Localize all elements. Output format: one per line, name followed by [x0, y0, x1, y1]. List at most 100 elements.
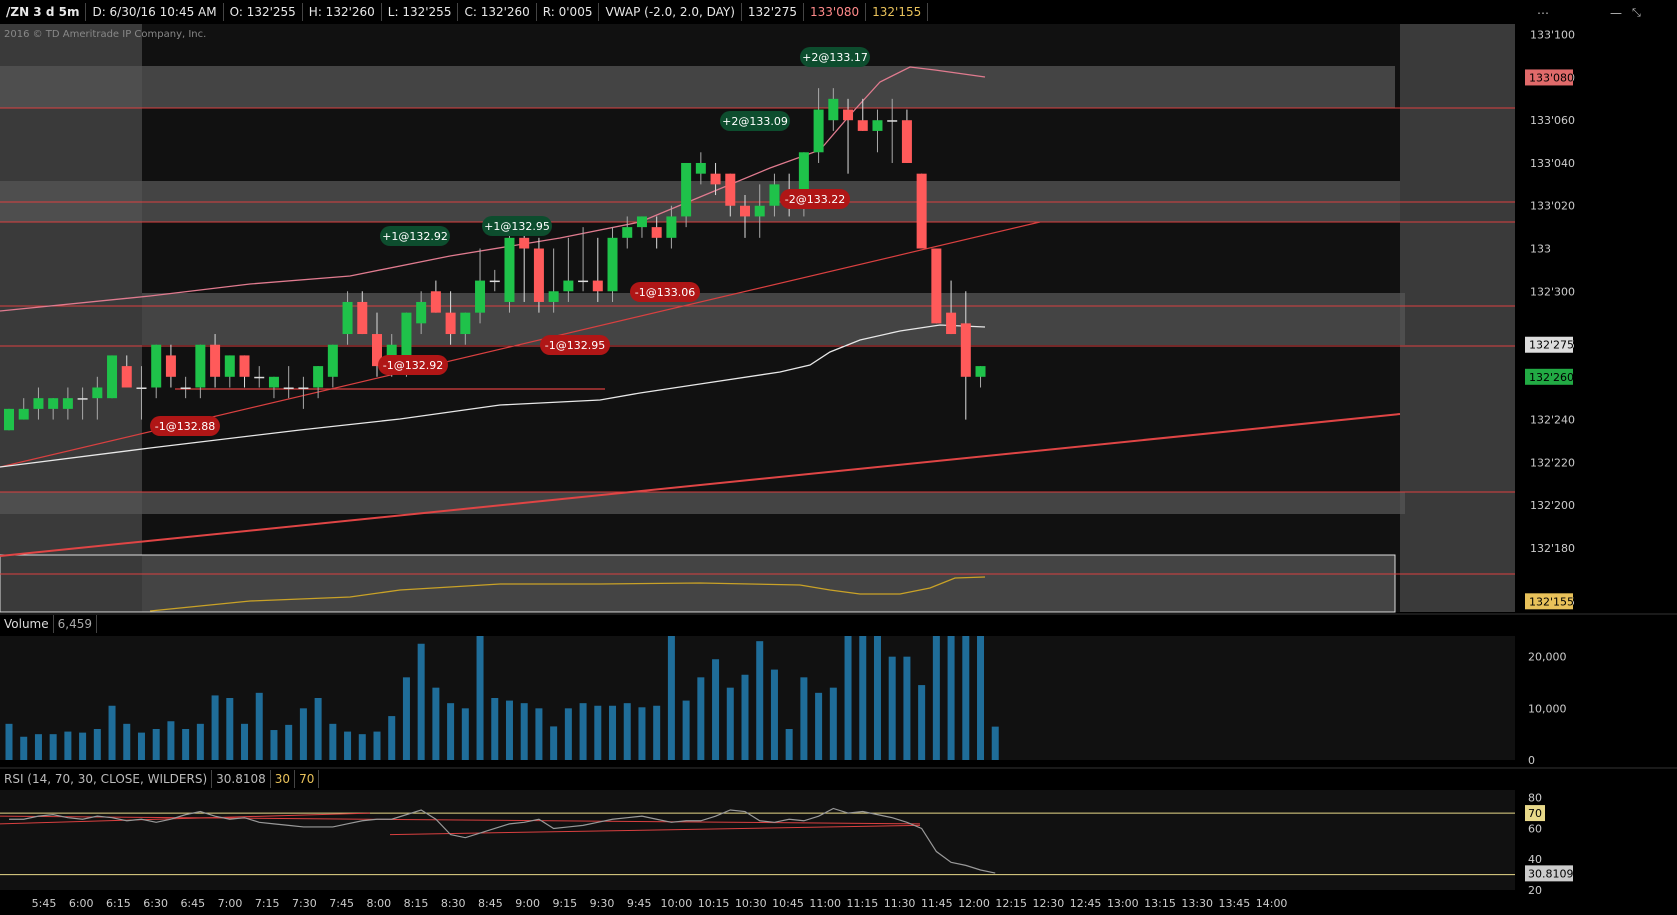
candle-body — [740, 205, 750, 217]
volume-bar — [535, 708, 543, 760]
time-axis-label: 8:00 — [366, 897, 391, 910]
price-axis-label: 132'240 — [1530, 414, 1575, 427]
volume-bar — [697, 677, 705, 760]
candle-body — [975, 366, 986, 377]
candle-body — [916, 173, 927, 249]
rsi-axis-label: 40 — [1528, 853, 1542, 866]
candle-body — [357, 301, 368, 335]
trade-tag-label: +2@133.09 — [722, 115, 788, 128]
candle-body — [62, 398, 73, 409]
volume-bar — [859, 636, 867, 760]
volume-bar — [447, 703, 455, 760]
candle-body — [843, 109, 854, 121]
trade-tag-label: -1@132.92 — [383, 359, 443, 372]
candle-body — [769, 184, 780, 206]
trade-tag-label: -1@132.95 — [545, 339, 605, 352]
volume-bar — [932, 636, 940, 760]
candle-body — [946, 312, 957, 335]
trade-tag-label: +1@132.92 — [382, 230, 448, 243]
volume-last-value: 6,459 — [54, 615, 97, 633]
volume-bar — [638, 707, 646, 760]
price-axis-label: 132'180 — [1530, 542, 1575, 555]
volume-bar — [741, 674, 749, 760]
volume-bar — [182, 729, 190, 760]
candle-body — [887, 120, 898, 122]
time-axis-label: 10:30 — [735, 897, 767, 910]
time-axis-label: 13:30 — [1181, 897, 1213, 910]
volume-bar — [977, 636, 985, 760]
volume-bar — [594, 705, 602, 760]
trade-tag-label: -2@133.22 — [785, 193, 845, 206]
candle-body — [151, 344, 162, 388]
time-axis-label: 12:00 — [958, 897, 990, 910]
candle-body — [18, 408, 29, 420]
volume-bar — [167, 721, 175, 760]
candle-body — [519, 237, 530, 249]
candle-body — [578, 280, 589, 283]
time-axis-label: 13:00 — [1107, 897, 1139, 910]
candle-body — [342, 301, 353, 335]
volume-bar — [329, 723, 337, 760]
candle-body — [636, 216, 647, 228]
volume-bar — [682, 700, 690, 760]
candle-body — [901, 120, 912, 163]
volume-title: Volume — [0, 615, 54, 633]
candle-body — [48, 398, 59, 409]
candle-body — [592, 280, 603, 292]
time-axis-label: 11:00 — [809, 897, 841, 910]
volume-bar — [491, 698, 499, 760]
candle-body — [681, 162, 692, 217]
rsi-axis-label: 60 — [1528, 822, 1542, 835]
volume-bar — [873, 636, 881, 760]
candle-body — [210, 344, 221, 377]
volume-bar — [5, 723, 13, 760]
volume-bar — [388, 716, 396, 760]
candle-body — [828, 98, 839, 121]
candle-body — [239, 355, 250, 377]
candle-body — [107, 355, 118, 399]
volume-bar — [123, 723, 131, 760]
time-axis-label: 10:00 — [661, 897, 693, 910]
rsi-title: RSI (14, 70, 30, CLOSE, WILDERS) — [0, 770, 213, 788]
candle-body — [33, 398, 44, 409]
time-axis-label: 12:15 — [995, 897, 1027, 910]
candle-body — [136, 387, 147, 389]
time-axis-label: 13:15 — [1144, 897, 1176, 910]
candle-body — [622, 227, 633, 238]
trade-tag-label: -1@133.06 — [635, 286, 695, 299]
volume-bar — [373, 731, 381, 760]
time-axis-label: 6:15 — [106, 897, 131, 910]
price-axis-label: 132'300 — [1530, 285, 1575, 298]
candle-body — [754, 205, 765, 217]
candle-body — [298, 387, 309, 389]
price-marker-label: 132'260 — [1529, 371, 1574, 384]
time-axis-label: 12:45 — [1070, 897, 1102, 910]
price-axis-label: 132'200 — [1530, 499, 1575, 512]
time-axis-label: 7:15 — [255, 897, 280, 910]
volume-bar — [609, 705, 617, 760]
candle-body — [872, 120, 883, 131]
volume-bar — [137, 732, 145, 760]
time-axis-label: 10:45 — [772, 897, 804, 910]
volume-bar — [991, 726, 999, 760]
volume-bar — [903, 656, 911, 760]
candle-body — [121, 366, 132, 388]
rsi-marker-label: 70 — [1528, 807, 1542, 820]
time-axis-label: 8:30 — [441, 897, 466, 910]
volume-bar — [270, 730, 278, 760]
volume-bar — [79, 732, 87, 760]
rsi-level-30: 30 — [271, 770, 296, 788]
candle-body — [4, 408, 14, 431]
price-axis-label: 133'100 — [1530, 29, 1575, 42]
candle-body — [931, 248, 942, 324]
candle-body — [725, 173, 736, 206]
volume-bar — [815, 692, 823, 760]
candle-body — [165, 355, 176, 377]
time-axis-label: 12:30 — [1033, 897, 1065, 910]
volume-bar — [358, 734, 366, 760]
price-marker-label: 132'155 — [1529, 595, 1574, 608]
rsi-level-70: 70 — [295, 770, 320, 788]
price-axis-label: 133 — [1530, 243, 1551, 256]
time-axis-label: 9:45 — [627, 897, 652, 910]
volume-bar — [476, 636, 484, 760]
